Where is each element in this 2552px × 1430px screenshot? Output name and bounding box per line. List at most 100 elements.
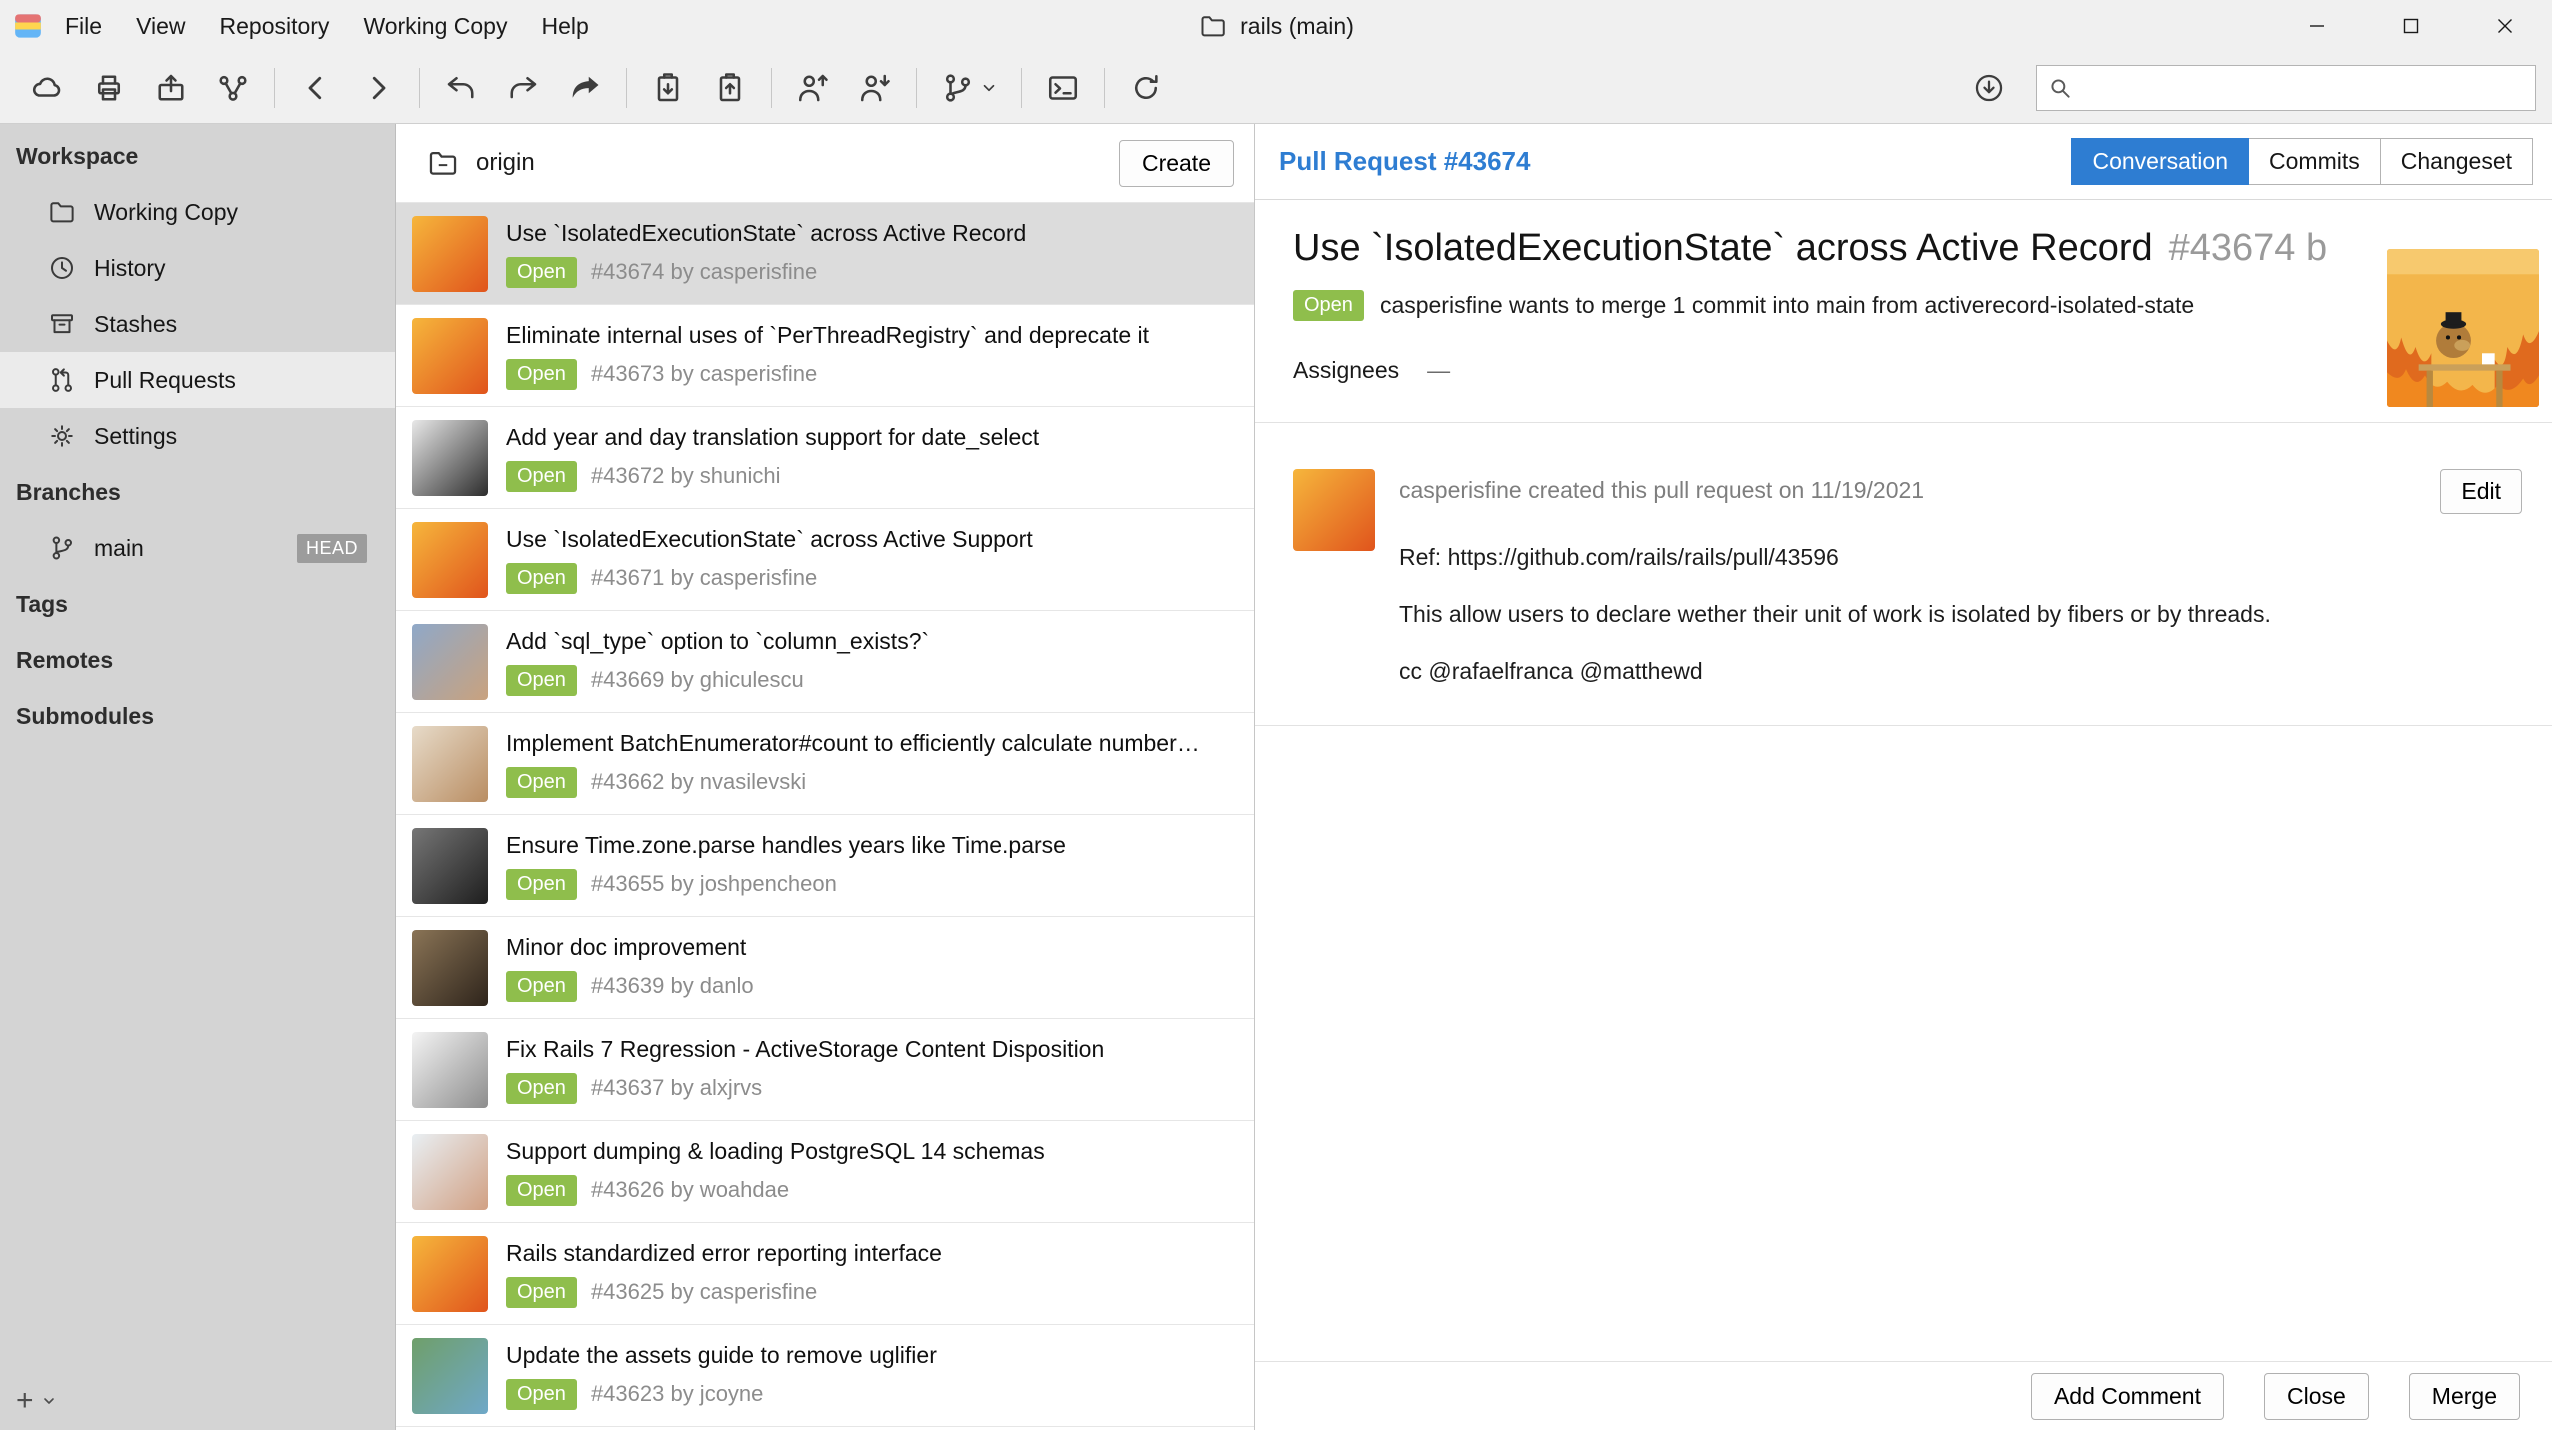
- sidebar-item-stashes[interactable]: Stashes: [0, 296, 395, 352]
- pr-item-title: Implement BatchEnumerator#count to effic…: [506, 730, 1200, 757]
- chevron-down-icon: [41, 1393, 57, 1409]
- pull-request-list-item[interactable]: Eliminate internal uses of `PerThreadReg…: [396, 305, 1254, 407]
- add-comment-button[interactable]: Add Comment: [2031, 1373, 2224, 1420]
- pr-item-body: Use `IsolatedExecutionState` across Acti…: [506, 220, 1026, 288]
- author-avatar: [412, 930, 488, 1006]
- window-title: rails (main): [1198, 11, 1354, 41]
- pull-request-list-item[interactable]: Minor doc improvement Open #43639 by dan…: [396, 917, 1254, 1019]
- search-input[interactable]: [2083, 75, 2525, 101]
- status-badge: Open: [506, 767, 577, 798]
- tab-commits[interactable]: Commits: [2248, 138, 2381, 185]
- sidebar-item-label: Working Copy: [94, 199, 238, 226]
- pull-request-list-item[interactable]: Rails standardized error reporting inter…: [396, 1223, 1254, 1325]
- sidebar-section-remotes[interactable]: Remotes: [0, 632, 395, 688]
- menu-item-file[interactable]: File: [48, 0, 119, 52]
- pull-request-list-item[interactable]: Add year and day translation support for…: [396, 407, 1254, 509]
- menu-item-view[interactable]: View: [119, 0, 202, 52]
- forward-icon[interactable]: [347, 60, 409, 116]
- pull-request-list-item[interactable]: Update the assets guide to remove uglifi…: [396, 1325, 1254, 1427]
- printer-icon[interactable]: [78, 60, 140, 116]
- pr-item-body: Update the assets guide to remove uglifi…: [506, 1342, 937, 1410]
- toolbar-separator: [771, 68, 772, 108]
- author-avatar: [412, 522, 488, 598]
- pr-item-meta: #43671 by casperisfine: [591, 565, 817, 591]
- maximize-button[interactable]: [2364, 0, 2458, 52]
- remote-name: origin: [476, 149, 535, 177]
- sidebar: Workspace Working Copy History Stashes: [0, 124, 396, 1430]
- menu-item-help[interactable]: Help: [524, 0, 605, 52]
- detail-title-link[interactable]: Pull Request #43674: [1279, 146, 1530, 177]
- pull-request-list-item[interactable]: Add `sql_type` option to `column_exists?…: [396, 611, 1254, 713]
- comment-line: Ref: https://github.com/rails/rails/pull…: [1399, 544, 2522, 571]
- branch-icon: [46, 533, 78, 563]
- terminal-icon[interactable]: [1032, 60, 1094, 116]
- close-pr-button[interactable]: Close: [2264, 1373, 2369, 1420]
- close-button[interactable]: [2458, 0, 2552, 52]
- sidebar-item-label: Stashes: [94, 311, 177, 338]
- pr-item-body: Eliminate internal uses of `PerThreadReg…: [506, 322, 1149, 390]
- add-repository-button[interactable]: +: [16, 1384, 57, 1418]
- person-down-icon[interactable]: [844, 60, 906, 116]
- pr-item-body: Ensure Time.zone.parse handles years lik…: [506, 832, 1066, 900]
- sidebar-item-settings[interactable]: Settings: [0, 408, 395, 464]
- assignees-label: Assignees: [1293, 357, 1399, 384]
- person-up-icon[interactable]: [782, 60, 844, 116]
- window-title-text: rails (main): [1240, 13, 1354, 40]
- create-button[interactable]: Create: [1119, 140, 1234, 187]
- gear-icon: [46, 421, 78, 451]
- pull-request-list-item[interactable]: Implement BatchEnumerator#count to effic…: [396, 713, 1254, 815]
- status-badge: Open: [506, 1073, 577, 1104]
- pr-item-body: Use `IsolatedExecutionState` across Acti…: [506, 526, 1033, 594]
- author-avatar: [412, 216, 488, 292]
- sidebar-item-working-copy[interactable]: Working Copy: [0, 184, 395, 240]
- pr-item-title: Add `sql_type` option to `column_exists?…: [506, 628, 929, 655]
- menu-item-working-copy[interactable]: Working Copy: [346, 0, 524, 52]
- stash-pop-icon[interactable]: [699, 60, 761, 116]
- folder-icon: [46, 197, 78, 227]
- status-badge: Open: [506, 257, 577, 288]
- refresh-icon[interactable]: [1115, 60, 1177, 116]
- updates-icon[interactable]: [1958, 60, 2020, 116]
- app-window: File View Repository Working Copy Help r…: [0, 0, 2552, 1430]
- status-badge: Open: [506, 1379, 577, 1410]
- toolbar-separator: [419, 68, 420, 108]
- toolbar-right: [1958, 60, 2536, 116]
- cloud-icon[interactable]: [16, 60, 78, 116]
- sidebar-section-workspace[interactable]: Workspace: [0, 128, 395, 184]
- pr-item-meta: #43672 by shunichi: [591, 463, 781, 489]
- tab-conversation[interactable]: Conversation: [2071, 138, 2249, 185]
- reply-arrow-icon[interactable]: [430, 60, 492, 116]
- author-avatar: [412, 624, 488, 700]
- sidebar-item-label: Pull Requests: [94, 367, 236, 394]
- pr-title: Use `IsolatedExecutionState` across Acti…: [1293, 227, 2352, 270]
- pull-request-list-item[interactable]: Use `IsolatedExecutionState` across Acti…: [396, 509, 1254, 611]
- sidebar-item-branch-main[interactable]: main HEAD: [0, 520, 395, 576]
- pull-request-list-item[interactable]: Use `IsolatedExecutionState` across Acti…: [396, 203, 1254, 305]
- back-icon[interactable]: [285, 60, 347, 116]
- push-arrow-icon[interactable]: [554, 60, 616, 116]
- pull-request-list-item[interactable]: Fix Rails 7 Regression - ActiveStorage C…: [396, 1019, 1254, 1121]
- menu-item-repository[interactable]: Repository: [203, 0, 347, 52]
- export-box-icon[interactable]: [140, 60, 202, 116]
- sidebar-item-history[interactable]: History: [0, 240, 395, 296]
- share-arrow-icon[interactable]: [492, 60, 554, 116]
- status-badge: Open: [1293, 290, 1364, 321]
- tab-changeset[interactable]: Changeset: [2380, 138, 2533, 185]
- merge-button[interactable]: Merge: [2409, 1373, 2520, 1420]
- toolbar-separator: [626, 68, 627, 108]
- sidebar-section-tags[interactable]: Tags: [0, 576, 395, 632]
- minimize-button[interactable]: [2270, 0, 2364, 52]
- pull-request-list-item[interactable]: Ensure Time.zone.parse handles years lik…: [396, 815, 1254, 917]
- branch-menu-icon[interactable]: [927, 60, 1011, 116]
- stash-apply-icon[interactable]: [637, 60, 699, 116]
- commit-graph-icon[interactable]: [202, 60, 264, 116]
- pr-item-meta: #43639 by danlo: [591, 973, 754, 999]
- pr-item-title: Eliminate internal uses of `PerThreadReg…: [506, 322, 1149, 349]
- edit-button[interactable]: Edit: [2440, 469, 2522, 514]
- sidebar-item-pull-requests[interactable]: Pull Requests: [0, 352, 395, 408]
- sidebar-section-branches[interactable]: Branches: [0, 464, 395, 520]
- status-badge: Open: [506, 563, 577, 594]
- sidebar-section-submodules[interactable]: Submodules: [0, 688, 395, 744]
- pull-request-list-item[interactable]: Support dumping & loading PostgreSQL 14 …: [396, 1121, 1254, 1223]
- head-badge: HEAD: [297, 534, 367, 563]
